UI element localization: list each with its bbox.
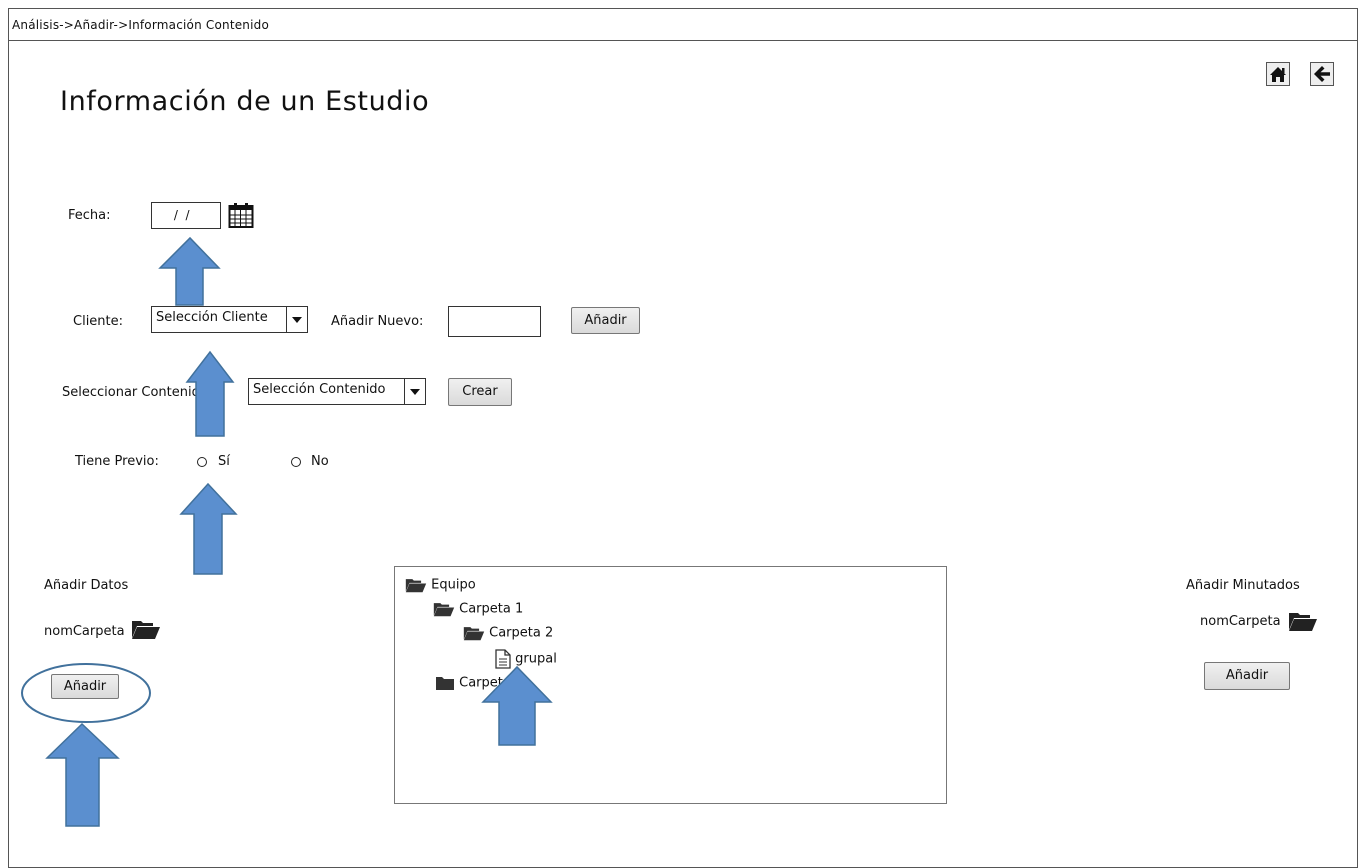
annotation-ellipse: [21, 663, 151, 723]
annotation-arrow: [481, 665, 553, 746]
annotation-overlay: [21, 236, 553, 827]
annotation-arrow: [158, 236, 221, 306]
annotation-arrow: [185, 350, 235, 437]
annotation-arrow: [45, 722, 120, 827]
annotation-arrow: [179, 482, 238, 575]
